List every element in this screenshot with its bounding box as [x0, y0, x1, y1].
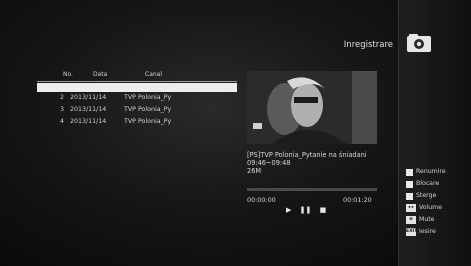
- legend-label: Mute: [419, 216, 435, 223]
- row-channel: TVP Polonia_Py: [124, 106, 172, 113]
- recordings-list: 1 2013/11/14 TVP Polonia_Py 2 2013/11/14…: [37, 83, 237, 128]
- total-time: 00:01:20: [343, 196, 372, 204]
- row-channel: TVP Polonia_Py: [124, 118, 172, 125]
- info-title: [PS]TVP Polonia_Pytanie na śniadani: [247, 151, 367, 159]
- green-key-icon: [406, 181, 413, 188]
- row-date: 2013/11/14: [70, 118, 107, 125]
- playback-controls: ▶ ❚❚ ■: [286, 206, 332, 214]
- row-date: 2013/11/14: [70, 85, 107, 92]
- playback-progress-bar[interactable]: [247, 188, 377, 191]
- legend-lock: Blocare: [406, 179, 471, 191]
- row-no: 1: [60, 85, 65, 92]
- col-no: No.: [63, 71, 73, 78]
- info-time: 09:46~09:48: [247, 159, 291, 167]
- pause-icon[interactable]: ❚❚: [300, 206, 312, 214]
- recordings-folder-icon: [407, 34, 431, 52]
- legend-label: Volume: [419, 204, 443, 211]
- row-no: 4: [60, 118, 65, 125]
- recording-info: [PS]TVP Polonia_Pytanie na śniadani 09:4…: [247, 151, 387, 175]
- row-date: 2013/11/14: [70, 106, 107, 113]
- col-date: Data: [93, 71, 108, 78]
- row-no: 2: [60, 94, 65, 101]
- row-no: 3: [60, 106, 65, 113]
- row-channel: TVP Polonia_Py: [124, 85, 172, 92]
- elapsed-time: 00:00:00: [247, 196, 276, 204]
- red-key-icon: [406, 169, 413, 176]
- key-legend: Renumire Blocare Sterge ◂ ▸ Volume ⊗ Mut…: [406, 167, 471, 239]
- legend-label: Iesire: [419, 228, 436, 235]
- video-preview: [247, 71, 377, 144]
- exit-key-icon: EXIT: [406, 228, 418, 236]
- legend-mute: ⊗ Mute: [406, 215, 471, 227]
- row-date: 2013/11/14: [70, 94, 107, 101]
- legend-rename: Renumire: [406, 167, 471, 179]
- table-row[interactable]: 4 2013/11/14 TVP Polonia_Py: [37, 116, 237, 128]
- legend-label: Sterge: [416, 192, 437, 199]
- table-row[interactable]: 1 2013/11/14 TVP Polonia_Py: [37, 83, 237, 92]
- col-channel: Canal: [145, 71, 163, 78]
- table-row[interactable]: 3 2013/11/14 TVP Polonia_Py: [37, 104, 237, 116]
- stop-icon[interactable]: ■: [320, 206, 327, 214]
- table-row[interactable]: 2 2013/11/14 TVP Polonia_Py: [37, 92, 237, 104]
- page-title: Inregistrare: [343, 40, 393, 50]
- legend-label: Blocare: [416, 180, 440, 187]
- legend-label: Renumire: [416, 168, 446, 175]
- yellow-key-icon: [406, 193, 413, 200]
- header-divider: [37, 81, 237, 82]
- legend-volume: ◂ ▸ Volume: [406, 203, 471, 215]
- legend-exit: EXIT Iesire: [406, 227, 471, 239]
- info-size: 26M: [247, 167, 262, 175]
- legend-delete: Sterge: [406, 191, 471, 203]
- mute-key-icon: ⊗: [406, 216, 416, 224]
- volume-key-icon: ◂ ▸: [406, 204, 416, 212]
- row-channel: TVP Polonia_Py: [124, 94, 172, 101]
- play-icon[interactable]: ▶: [286, 206, 291, 214]
